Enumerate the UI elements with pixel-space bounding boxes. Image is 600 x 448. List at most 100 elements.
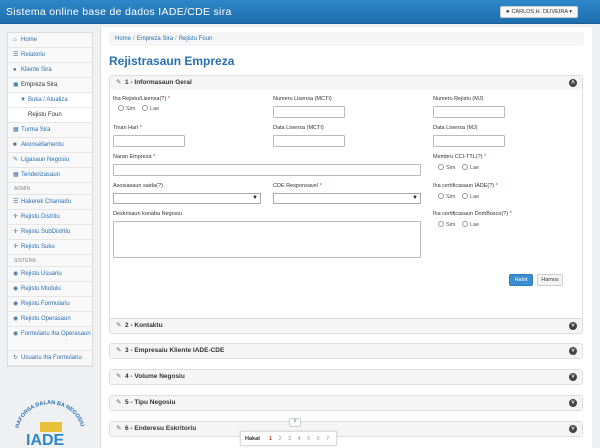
pager-step-7[interactable]: 7	[324, 432, 332, 446]
sidebar-item-rejistu-usuariu[interactable]: ◉ Rejistu Usuariu	[8, 267, 92, 282]
sidebar-item-buka-atualiza[interactable]: ▼ Buka / Atualiza	[8, 93, 92, 108]
label-cde-responsavel: CDE Responsavel *	[273, 183, 322, 189]
sidebar-item-rejistu-foun[interactable]: Rejistu Foun	[8, 108, 92, 123]
radio-group-iha-rejistu: Sim Lae	[118, 105, 164, 112]
user-menu-button[interactable]: ● CARLOS H. OLIVEIRA ▾	[499, 6, 578, 18]
pager-step-5[interactable]: 5	[305, 432, 313, 446]
sidebar-item-tenderizasaun[interactable]: ▦ Tenderizasaun	[8, 168, 92, 183]
radio-cert-dombosco-lae[interactable]: Lae	[462, 221, 479, 228]
pager-step-6[interactable]: 6	[314, 432, 322, 446]
radio-group-cert-dombosco: Sim Lae	[438, 221, 484, 228]
pager-step-3[interactable]: 3	[286, 432, 294, 446]
user-icon: ●	[13, 67, 17, 73]
expand-icon[interactable]: ˅	[569, 399, 577, 407]
lock-icon: ◉	[13, 286, 19, 292]
asosiasaun-select[interactable]: ▼	[113, 193, 261, 204]
sidebar-item-formulariu-iha-operasaun[interactable]: ◉ Formulariu iha Operasaun	[8, 327, 92, 351]
numeru-lisensa-input[interactable]	[273, 106, 345, 118]
sidebar-item-rejistu-distritu[interactable]: ✛ Rejistu Distritu	[8, 210, 92, 225]
expand-icon[interactable]: ˅	[569, 425, 577, 433]
panel-volume-negosiu: ✎ 4 - Volume Negosiu ˅	[109, 369, 583, 385]
svg-text:IADE: IADE	[26, 432, 65, 448]
sidebar: ⌂ Home ☰ Relatoriu ● Kliente Sira ▣ Empreza …	[7, 32, 93, 367]
label-iha-cert-dombosco: Iha certificasaun DomBosco(?) *	[433, 211, 512, 217]
form-informasaun-geral: Iha Rejistu/Lisensa(?) * Sim Lae Tinan H…	[110, 90, 582, 322]
sidebar-item-empreza-sira[interactable]: ▣ Empreza Sira	[8, 78, 92, 93]
breadcrumb-empreza-sira[interactable]: Empreza Sira	[137, 36, 173, 42]
scroll-down-icon[interactable]: ˅	[289, 418, 301, 427]
edit-icon: ✎	[116, 79, 122, 86]
step-pager: Hakat 1 2 3 4 5 6 7	[240, 431, 337, 446]
breadcrumb-home[interactable]: Home	[115, 36, 131, 42]
pager-step-1[interactable]: 1	[267, 432, 275, 446]
sidebar-item-akonsellamentu[interactable]: ■ Akonsellamentu	[8, 138, 92, 153]
numeru-rejistu-input[interactable]	[433, 106, 505, 118]
edit-icon: ✎	[116, 425, 122, 432]
data-lisensa-mcti-input[interactable]	[273, 135, 345, 147]
briefcase-icon: ▣	[13, 82, 19, 88]
list-icon: ☰	[13, 199, 19, 205]
sidebar-item-ligasaun-negosiu[interactable]: ✎ Ligasaun Negosiu	[8, 153, 92, 168]
panel-header-informasaun-geral[interactable]: ✎ 1 - Informasaun Geral ˄	[110, 76, 582, 90]
cde-responsavel-select[interactable]: ▼	[273, 193, 421, 204]
label-membru-cci: Membru CCI-TTL(?) *	[433, 154, 487, 160]
radio-cert-iade-sim[interactable]: Sim	[438, 193, 455, 200]
edit-icon: ▦	[13, 172, 19, 178]
label-naran-empreza: Naran Empreza *	[113, 154, 156, 160]
pager-step-4[interactable]: 4	[295, 432, 303, 446]
expand-icon[interactable]: ˅	[569, 322, 577, 330]
lock-icon: ◉	[13, 331, 19, 337]
move-icon: ✛	[13, 229, 19, 235]
sidebar-item-turma-sira[interactable]: ▦ Turma Sira	[8, 123, 92, 138]
sidebar-item-hakerek-chamadu[interactable]: ☰ Hakerek Chamadu	[8, 195, 92, 210]
breadcrumb: Home / Empreza Sira / Rejistu Foun	[109, 32, 584, 46]
pencil-icon: ✎	[13, 157, 19, 163]
panel-empresaiu-kliente: ✎ 3 - Empresaiu Kliente IADE-CDE ˅	[109, 343, 583, 359]
label-asosiasaun: Asosiasaun saida(?)	[113, 183, 163, 189]
label-iha-cert-iade: Iha certificasaun IADE(?) *	[433, 183, 498, 189]
panel-header-volume-negosiu[interactable]: ✎ 4 - Volume Negosiu ˅	[110, 370, 582, 384]
edit-icon: ✎	[116, 399, 122, 406]
panel-header-kontaktu[interactable]: ✎ 2 - Kontaktu ˅	[110, 319, 582, 333]
radio-cert-iade-lae[interactable]: Lae	[462, 193, 479, 200]
breadcrumb-rejistu-foun[interactable]: Rejistu Foun	[179, 36, 213, 42]
radio-iha-rejistu-sim[interactable]: Sim	[118, 105, 135, 112]
clear-button[interactable]: Hamos	[537, 274, 563, 286]
sidebar-item-usuariu-iha-formulariu[interactable]: ↻ Usuariu iha Formulariu	[8, 351, 92, 366]
sidebar-item-relatoriu[interactable]: ☰ Relatoriu	[8, 48, 92, 63]
filter-icon: ▼	[20, 97, 26, 103]
caret-down-icon: ▼	[412, 195, 418, 201]
radio-membru-cci-lae[interactable]: Lae	[462, 164, 479, 171]
top-bar: Sistema online base de dados IADE/CDE si…	[0, 0, 600, 24]
naran-empreza-input[interactable]	[113, 164, 421, 176]
label-data-lisensa-mj: Data Lisensa (MJ)	[433, 125, 478, 131]
expand-icon[interactable]: ˅	[569, 373, 577, 381]
panel-header-tipu-negosiu[interactable]: ✎ 5 - Tipu Negosiu ˅	[110, 396, 582, 410]
panel-header-enderesu-eskritoriu[interactable]: ✎ 6 - Enderesu Eskritoriu ˅	[110, 422, 582, 436]
home-icon: ⌂	[13, 37, 17, 43]
radio-cert-dombosco-sim[interactable]: Sim	[438, 221, 455, 228]
radio-iha-rejistu-lae[interactable]: Lae	[142, 105, 159, 112]
deskrisaun-textarea[interactable]	[113, 221, 421, 258]
sidebar-heading-admin: ADMIN	[8, 183, 92, 195]
sidebar-item-kliente-sira[interactable]: ● Kliente Sira	[8, 63, 92, 78]
sidebar-item-rejistu-modulu[interactable]: ◉ Rejistu Modulu	[8, 282, 92, 297]
sidebar-heading-sistema: SISTEMA	[8, 255, 92, 267]
radio-membru-cci-sim[interactable]: Sim	[438, 164, 455, 171]
panel-header-empresaiu-kliente[interactable]: ✎ 3 - Empresaiu Kliente IADE-CDE ˅	[110, 344, 582, 358]
sidebar-item-rejistu-subdistritu[interactable]: ✛ Rejistu SubDistritu	[8, 225, 92, 240]
collapse-icon[interactable]: ˄	[569, 79, 577, 87]
sidebar-item-home[interactable]: ⌂ Home	[8, 33, 92, 48]
data-lisensa-mj-input[interactable]	[433, 135, 505, 147]
save-button[interactable]: Halot	[509, 274, 533, 286]
expand-icon[interactable]: ˅	[569, 347, 577, 355]
pager-step-2[interactable]: 2	[276, 432, 284, 446]
sidebar-item-rejistu-formulariu[interactable]: ◉ Rejistu Formulariu	[8, 297, 92, 312]
sidebar-item-rejistu-suku[interactable]: ✛ Rejistu Suku	[8, 240, 92, 255]
label-iha-rejistu: Iha Rejistu/Lisensa(?) *	[113, 96, 170, 102]
page-title: Rejistrasaun Empreza	[109, 54, 235, 68]
sidebar-item-rejistu-operasaun[interactable]: ◉ Rejistu Operasaun	[8, 312, 92, 327]
tinan-hari-input[interactable]	[113, 135, 185, 147]
radio-group-cert-iade: Sim Lae	[438, 193, 484, 200]
move-icon: ✛	[13, 244, 19, 250]
